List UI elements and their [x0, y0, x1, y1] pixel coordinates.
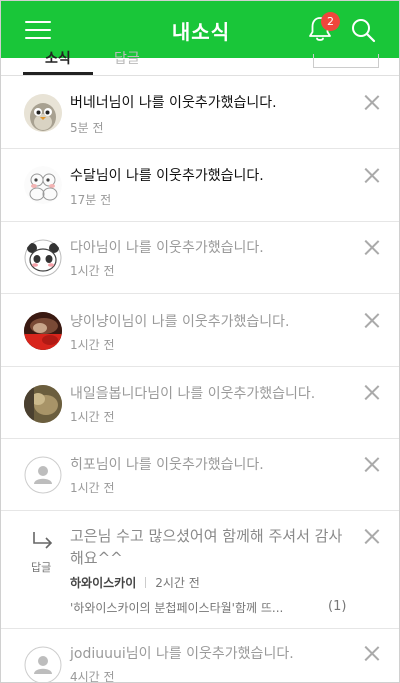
notification-text: jodiuuui님이 나를 이웃추가했습니다.: [70, 646, 294, 662]
reply-notification-item[interactable]: 답글 고은님 수고 많으셨어여 함께해 주셔서 감사해요^^ 하와이스카이 2시간…: [1, 511, 399, 629]
notification-time: 1시간 전: [70, 264, 115, 278]
reply-quote[interactable]: '하와이스카이의 분첩페이스타월'함께 뜨...: [70, 599, 290, 616]
notification-time: 1시간 전: [70, 338, 115, 352]
tab-filter-button[interactable]: [313, 54, 379, 68]
notification-text: 다아님이 나를 이웃추가했습니다.: [70, 240, 264, 256]
avatar: [24, 385, 62, 423]
avatar: [24, 646, 62, 682]
close-icon[interactable]: [364, 240, 379, 255]
reply-author[interactable]: 하와이스카이: [70, 576, 136, 590]
notification-item[interactable]: 히포님이 나를 이웃추가했습니다. 1시간 전: [1, 439, 399, 511]
close-icon[interactable]: [364, 95, 379, 110]
notification-item[interactable]: 냥이냥이님이 나를 이웃추가했습니다. 1시간 전: [1, 294, 399, 367]
notification-item[interactable]: 다아님이 나를 이웃추가했습니다. 1시간 전: [1, 222, 399, 294]
notification-text: 수달님이 나를 이웃추가했습니다.: [70, 168, 264, 184]
tab-bar: 소식 답글: [1, 51, 399, 76]
close-icon[interactable]: [364, 457, 379, 472]
tab-news[interactable]: 소식: [45, 48, 71, 68]
notification-count-badge: 2: [321, 12, 340, 31]
active-tab-indicator: [23, 72, 93, 75]
app-frame: 내소식 2 소식 답글 버네너님이 나를 이웃추가했습니다. 5분 전 수달님이…: [0, 0, 400, 683]
notification-time: 1시간 전: [70, 410, 115, 424]
reply-count: (1): [328, 599, 347, 614]
notification-list: 버네너님이 나를 이웃추가했습니다. 5분 전 수달님이 나를 이웃추가했습니다…: [1, 76, 399, 683]
close-icon[interactable]: [364, 646, 379, 661]
reply-arrow-icon: [33, 532, 53, 549]
notification-text: 내일을봅니다님이 나를 이웃추가했습니다.: [70, 386, 316, 402]
avatar: [24, 94, 62, 132]
search-icon[interactable]: [350, 17, 376, 43]
reply-label: 답글: [31, 561, 52, 574]
avatar: [24, 456, 62, 494]
notification-item[interactable]: 내일을봅니다님이 나를 이웃추가했습니다. 1시간 전: [1, 367, 399, 439]
notification-time: 17분 전: [70, 193, 112, 207]
close-icon[interactable]: [364, 313, 379, 328]
notification-time: 1시간 전: [70, 481, 115, 495]
avatar: [24, 312, 62, 350]
close-icon[interactable]: [364, 385, 379, 400]
reply-text: 고은님 수고 많으셨어여 함께해 주셔서 감사해요^^: [70, 527, 343, 567]
reply-time: 2시간 전: [155, 576, 200, 590]
close-icon[interactable]: [364, 529, 379, 544]
reply-meta: 하와이스카이 2시간 전: [70, 574, 200, 591]
notification-item[interactable]: jodiuuui님이 나를 이웃추가했습니다. 4시간 전: [1, 629, 399, 683]
notification-time: 5분 전: [70, 121, 104, 135]
page-title: 내소식: [171, 20, 231, 44]
notification-item[interactable]: 수달님이 나를 이웃추가했습니다. 17분 전: [1, 149, 399, 222]
avatar: [24, 166, 62, 204]
notification-text: 냥이냥이님이 나를 이웃추가했습니다.: [70, 314, 290, 330]
notification-time: 4시간 전: [70, 670, 115, 683]
notification-text: 버네너님이 나를 이웃추가했습니다.: [70, 95, 277, 111]
notification-item[interactable]: 버네너님이 나를 이웃추가했습니다. 5분 전: [1, 76, 399, 149]
notification-text: 히포님이 나를 이웃추가했습니다.: [70, 457, 264, 473]
close-icon[interactable]: [364, 168, 379, 183]
avatar: [24, 239, 62, 277]
tab-replies[interactable]: 답글: [114, 48, 140, 68]
meta-divider: [145, 577, 147, 588]
